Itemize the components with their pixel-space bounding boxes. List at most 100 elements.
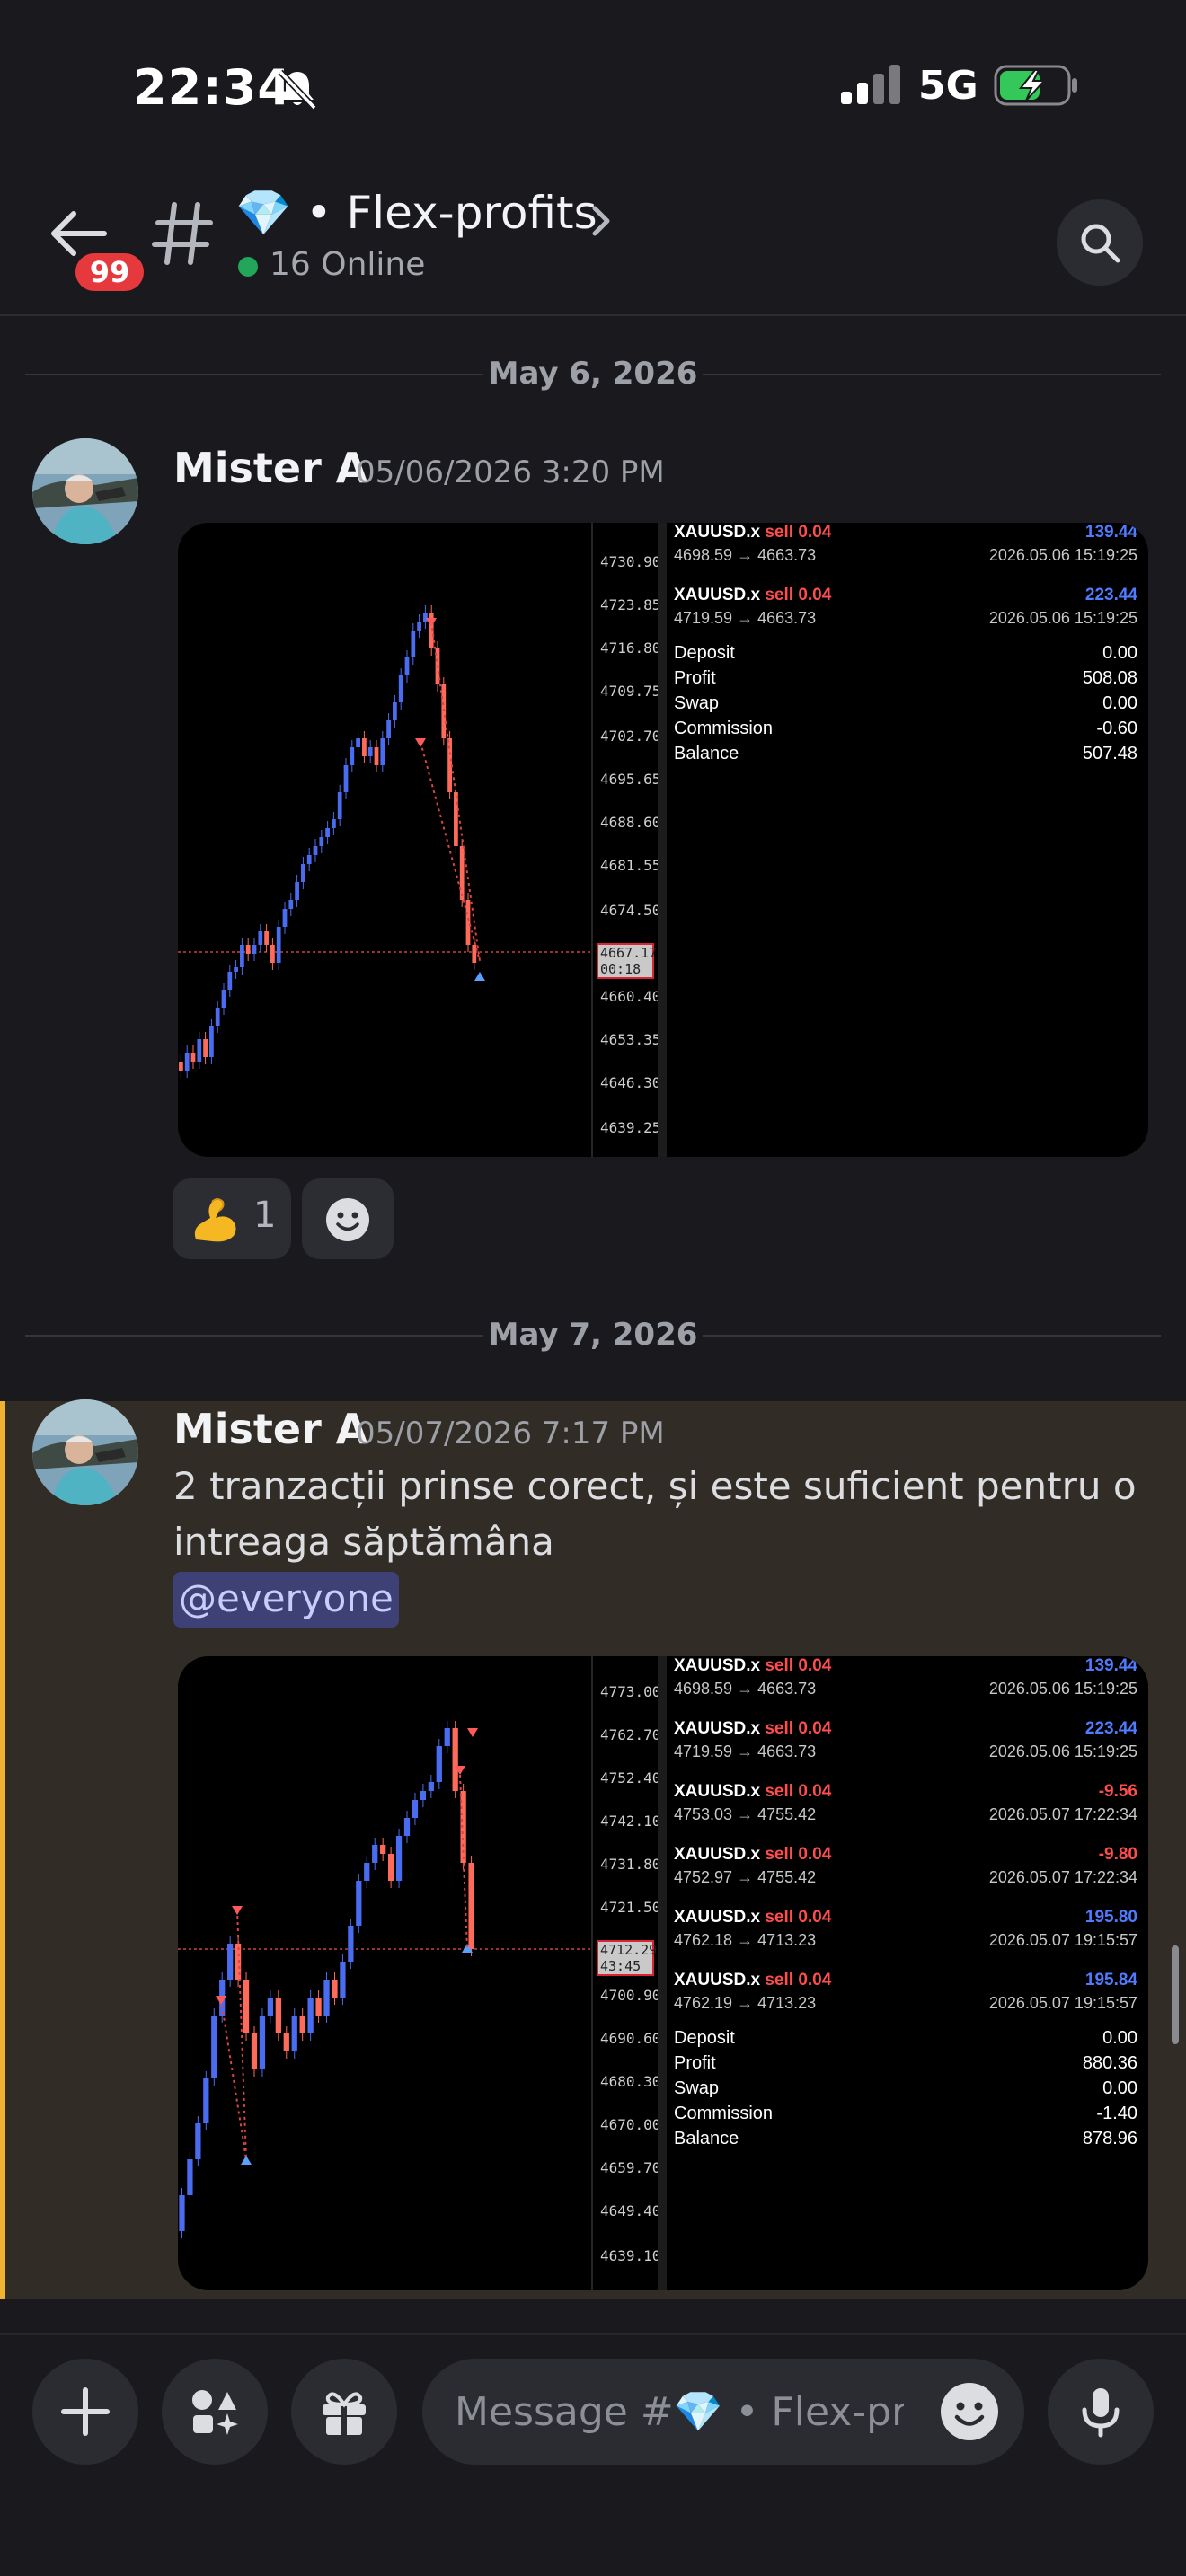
status-bar: 22:34 5G — [0, 0, 1186, 171]
candle-body — [179, 2195, 185, 2231]
candle-body — [195, 2123, 201, 2159]
chevron-right-icon[interactable] — [588, 201, 615, 241]
candle-body — [454, 792, 458, 846]
voice-message-button[interactable] — [1048, 2359, 1154, 2465]
candle-body — [374, 747, 379, 765]
candle-body — [315, 1998, 322, 2016]
hash-channel-icon — [152, 202, 213, 265]
candlestick-chart — [178, 605, 591, 1078]
avatar[interactable] — [32, 1399, 138, 1505]
candle-body — [420, 1791, 427, 1800]
apps-button[interactable] — [162, 2359, 268, 2465]
candle-body — [288, 900, 294, 909]
candle-body — [362, 738, 367, 756]
candle-body — [348, 1926, 354, 1962]
summary-row: Swap 0.00 — [674, 2078, 1137, 2098]
summary-row: Balance 507.48 — [674, 744, 1137, 763]
price-axis: 4773.00 4762.70 4752.40 4742.10 4731.80 … — [591, 1656, 660, 2290]
add-reaction-button[interactable] — [302, 1178, 394, 1259]
candle-body — [187, 2159, 193, 2195]
message-input-container[interactable] — [422, 2359, 1024, 2465]
emoji-picker-icon[interactable] — [938, 2380, 1001, 2443]
candle-body — [444, 1728, 450, 1746]
summary-row: Commission -1.40 — [674, 2104, 1137, 2123]
reaction-flexed-biceps[interactable]: 1 — [173, 1178, 291, 1259]
candle-body — [386, 720, 391, 738]
summary-row: Swap 0.00 — [674, 693, 1137, 713]
candle-body — [295, 882, 299, 900]
date-divider: May 6, 2026 — [25, 356, 1161, 392]
candle-body — [259, 2016, 266, 2069]
candle-body — [282, 909, 288, 927]
network-type: 5G — [918, 63, 978, 109]
candle-body — [325, 828, 330, 837]
gift-button[interactable] — [291, 2359, 397, 2465]
candle-body — [364, 1863, 370, 1881]
candle-body — [245, 945, 251, 954]
candle-body — [398, 675, 403, 702]
candle-body — [395, 1836, 403, 1881]
candle-body — [299, 2016, 305, 2033]
trade-row: XAUUSD.x sell 0.04 195.80 4762.18 → 4713… — [674, 1908, 1137, 1949]
candle-body — [350, 747, 355, 765]
candle-body — [283, 2033, 289, 2051]
candle-body — [323, 1980, 330, 2016]
trade-row: XAUUSD.x sell 0.04 139.44 4698.59 → 4663… — [674, 523, 1137, 564]
summary-row: Profit 508.08 — [674, 668, 1137, 688]
candle-body — [403, 1818, 411, 1836]
message-author[interactable]: Mister A — [173, 444, 367, 492]
apps-shapes-icon — [192, 2390, 238, 2435]
candle-body — [380, 738, 385, 765]
candle-body — [337, 792, 342, 819]
message-text-line: 2 tranzacții prinse corect, și este sufi… — [173, 1464, 1137, 1508]
message-text-line: intreaga săptămâna — [173, 1520, 554, 1564]
search-button[interactable] — [1057, 199, 1143, 286]
candle-body — [404, 657, 410, 675]
candle-body — [211, 2016, 217, 2078]
candle-body — [468, 1863, 474, 1949]
message-author[interactable]: Mister A — [173, 1405, 367, 1453]
summary-row: Deposit 0.00 — [674, 2028, 1137, 2048]
microphone-icon — [1082, 2388, 1120, 2438]
online-count: 16 Online — [270, 246, 426, 283]
avatar-image — [32, 438, 138, 544]
trade-screenshot-attachment[interactable]: 4730.90 4723.85 4716.80 4709.75 4702.70 … — [178, 523, 1148, 1157]
candle-body — [258, 931, 263, 945]
candle-body — [459, 846, 465, 900]
trade-row: XAUUSD.x sell 0.04 139.44 4698.59 → 4663… — [674, 1656, 1137, 1698]
candle-body — [332, 819, 336, 828]
avatar-image — [32, 1399, 138, 1505]
candle-body — [343, 765, 349, 792]
candle-body — [313, 846, 318, 855]
candle-body — [184, 1053, 190, 1071]
trade-row: XAUUSD.x sell 0.04 223.44 4719.59 → 4663… — [674, 586, 1137, 627]
channel-title[interactable]: 💎 • Flex-profits — [235, 187, 597, 240]
candle-body — [264, 931, 269, 945]
candle-body — [465, 900, 471, 945]
candle-body — [276, 927, 281, 963]
message-input[interactable] — [455, 2380, 904, 2443]
candle-body — [332, 1980, 338, 1998]
bell-off-icon — [278, 69, 317, 110]
search-icon — [1081, 224, 1120, 263]
status-time: 22:34 — [133, 59, 292, 116]
plus-icon — [61, 2387, 110, 2436]
add-attachment-button[interactable] — [32, 2359, 138, 2465]
candle-body — [197, 1039, 202, 1062]
candle-body — [306, 855, 312, 864]
candle-body — [234, 967, 238, 972]
summary-row: Deposit 0.00 — [674, 643, 1137, 663]
candle-body — [203, 2078, 209, 2123]
candle-body — [472, 945, 477, 963]
scrollbar-thumb[interactable] — [1172, 1945, 1179, 2044]
trade-row: XAUUSD.x sell 0.04 -9.80 4752.97 → 4755.… — [674, 1845, 1137, 1886]
gift-icon — [323, 2392, 366, 2435]
candle-body — [319, 837, 324, 846]
everyone-mention[interactable]: @everyone — [173, 1572, 399, 1628]
cellular-signal-icon — [841, 65, 900, 104]
candle-body — [436, 1746, 442, 1782]
candle-body — [243, 1980, 250, 2033]
avatar[interactable] — [32, 438, 138, 544]
trade-screenshot-attachment[interactable]: 4773.00 4762.70 4752.40 4742.10 4731.80 … — [178, 1656, 1148, 2290]
candle-body — [190, 1053, 196, 1062]
